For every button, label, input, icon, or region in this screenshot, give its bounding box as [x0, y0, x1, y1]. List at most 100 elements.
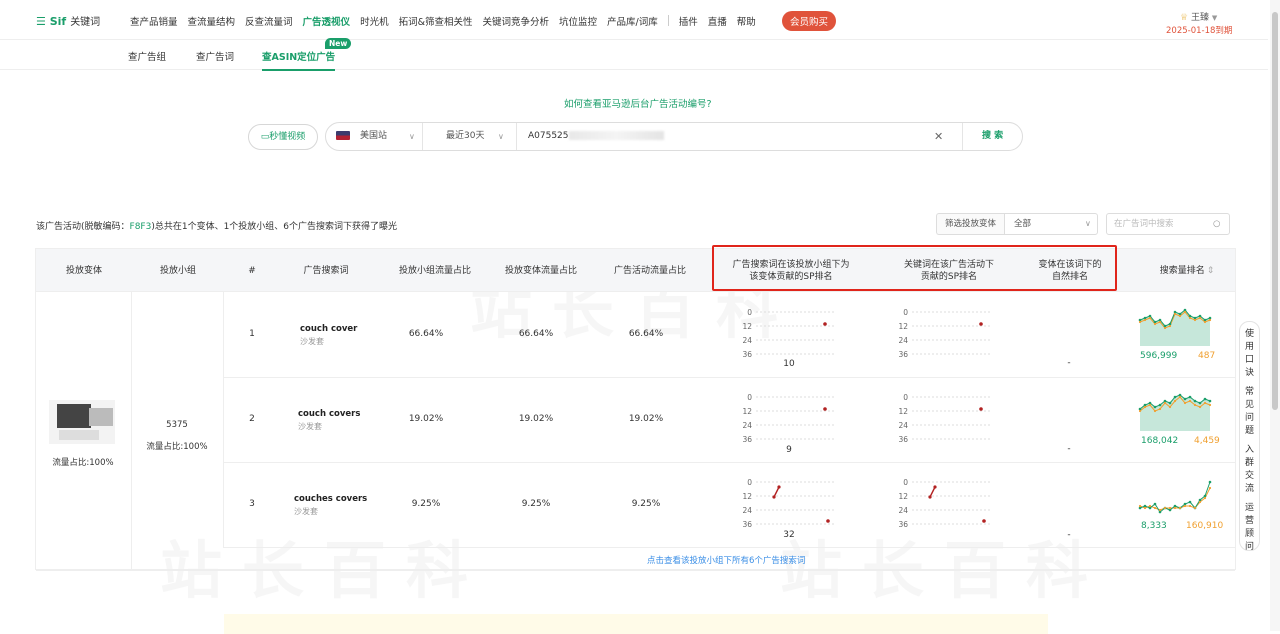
us-flag-icon [336, 131, 350, 140]
tab-asin-targeting[interactable]: 查ASIN定位广告 [262, 49, 336, 71]
keyword-search-input[interactable]: 在广告词中搜索 ○ [1106, 213, 1230, 235]
nav-item-plugin[interactable]: 插件 [679, 14, 698, 28]
group-share-cell: 9.25% [411, 499, 441, 509]
campaign-summary: 该广告活动(脱敏编码：F8F3)总共在1个变体、1个投放小组、6个广告搜索词下获… [36, 222, 398, 232]
sidebar-item-tips[interactable]: 使用口诀 [1240, 328, 1259, 380]
product-thumbnail[interactable] [49, 400, 115, 444]
chevron-down-icon: ∨ [498, 132, 504, 141]
view-all-keywords-link[interactable]: 点击查看该投放小组下所有6个广告搜索词 [647, 554, 805, 566]
volume-rank-left: 596,999 [1140, 351, 1178, 361]
group-share-cell: 19.02% [408, 414, 444, 424]
variant-filter-select[interactable]: 全部 ∨ [1004, 213, 1098, 235]
nav-item-product-sales[interactable]: 查产品销量 [130, 14, 178, 28]
divider [516, 123, 517, 150]
video-button[interactable]: ▭秒懂视频 [248, 124, 318, 150]
tab-ad-group[interactable]: 查广告组 [128, 49, 166, 63]
scrollbar-thumb[interactable] [1272, 12, 1278, 410]
nav-item-time-machine[interactable]: 时光机 [360, 14, 389, 28]
divider [223, 377, 1235, 378]
col-index: # [248, 265, 256, 276]
vip-purchase-button[interactable]: 会员购买 [782, 11, 837, 31]
tab-ad-keyword[interactable]: 查广告词 [196, 49, 234, 63]
chevron-down-icon: ∨ [1085, 219, 1091, 228]
nav-item-keyword-expansion[interactable]: 拓词&筛查相关性 [399, 14, 473, 28]
col-campaign-share: 广告活动流量占比 [613, 265, 686, 276]
volume-rank-right: 487 [1198, 351, 1216, 361]
divider [422, 123, 423, 150]
sub-nav: 查广告组 查广告词 查ASIN定位广告 [0, 40, 1268, 71]
divider [36, 570, 1235, 571]
row-index: 3 [249, 499, 255, 509]
variant-share-cell: 19.02% [518, 414, 554, 424]
sort-icon: ⇕ [1206, 265, 1215, 276]
nav-item-live[interactable]: 直播 [708, 14, 727, 28]
nav-item-keyword-competition[interactable]: 关键词竞争分析 [483, 14, 550, 28]
nav-item-help[interactable]: 帮助 [737, 14, 756, 28]
natural-rank-value: - [1067, 530, 1071, 540]
search-button[interactable]: 搜 索 [982, 123, 1003, 150]
variant-filter-label: 筛选投放变体 [936, 213, 1004, 235]
nav-item-reverse-keywords[interactable]: 反查流量词 [245, 14, 293, 28]
group-id[interactable]: 5375 [131, 420, 223, 430]
sidebar-item-faq[interactable]: 常见问题 [1240, 386, 1259, 438]
campaign-id-input[interactable]: A075525 [528, 123, 928, 150]
volume-rank-left: 8,333 [1141, 521, 1167, 531]
video-icon: ▭ [260, 132, 270, 142]
keyword-translation: 沙发套 [300, 337, 324, 346]
clear-icon[interactable]: ✕ [934, 123, 943, 150]
volume-rank-right: 160,910 [1186, 521, 1224, 531]
col-variant: 投放变体 [65, 265, 102, 276]
natural-rank-value: - [1067, 444, 1071, 454]
keyword-link[interactable]: couches covers [294, 494, 367, 504]
divider [223, 462, 1235, 463]
group-share-cell: 66.64% [408, 329, 444, 339]
ad-data-table: 投放变体 投放小组 # 广告搜索词 投放小组流量占比 投放变体流量占比 广告活动… [35, 248, 1236, 571]
col-group: 投放小组 [159, 265, 196, 276]
col-variant-share: 投放变体流量占比 [504, 265, 577, 276]
top-navbar: ☰ Sif 关键词 查产品销量 查流量结构 反查流量词 广告透视仪 时光机 拓词&… [0, 0, 1268, 40]
new-badge: New [325, 38, 352, 49]
volume-rank-left: 168,042 [1141, 436, 1179, 446]
variant-share-cell: 9.25% [521, 499, 551, 509]
divider [131, 292, 132, 570]
highlight-box [712, 245, 1117, 291]
membership-expiry: 2025-01-18到期 [1166, 26, 1233, 36]
help-link[interactable]: 如何查看亚马逊后台广告活动编号? [564, 96, 712, 110]
main-nav: 查产品销量 查流量结构 反查流量词 广告透视仪 时光机 拓词&筛查相关性 关键词… [130, 14, 766, 28]
logo[interactable]: ☰ Sif 关键词 [36, 13, 100, 28]
natural-rank-value: - [1067, 358, 1071, 368]
search-bar: 美国站 ∨ 最近30天 ∨ A075525 ✕ 搜 索 [325, 122, 1023, 151]
nav-item-ad-insight[interactable]: 广告透视仪 [303, 14, 351, 28]
campaign-share-cell: 66.64% [628, 329, 664, 339]
volume-rank-right: 4,459 [1194, 436, 1220, 446]
nav-item-traffic-structure[interactable]: 查流量结构 [188, 14, 236, 28]
search-icon: ○ [1213, 219, 1221, 229]
variant-share: 流量占比:100% [52, 458, 114, 468]
group-share: 流量占比:100% [146, 442, 208, 452]
bottom-banner [224, 614, 1048, 634]
chevron-down-icon: ∨ [409, 132, 415, 141]
campaign-share-cell: 9.25% [631, 499, 661, 509]
chevron-down-icon: ▼ [1211, 14, 1218, 22]
sp-rank-value: 9 [786, 445, 792, 455]
keyword-link[interactable]: couch cover [300, 324, 357, 334]
row-index: 2 [249, 414, 255, 424]
marketplace-select[interactable]: 美国站 ∨ [336, 123, 422, 150]
sidebar-item-consultant[interactable]: 运营顾问 [1240, 502, 1259, 554]
nav-item-slot-monitor[interactable]: 坑位监控 [559, 14, 597, 28]
period-select[interactable]: 最近30天 ∨ [446, 123, 516, 150]
sidebar-item-join-group[interactable]: 入群交流 [1240, 444, 1259, 496]
nav-divider [667, 15, 669, 26]
menu-icon: ☰ [36, 15, 50, 28]
col-search-volume-rank[interactable]: 搜索量排名 ⇕ [1132, 249, 1242, 292]
nav-item-product-library[interactable]: 产品库/词库 [607, 14, 658, 28]
variant-share-cell: 66.64% [518, 329, 554, 339]
campaign-share-cell: 19.02% [628, 414, 664, 424]
col-keyword: 广告搜索词 [303, 265, 349, 276]
floating-help-sidebar: 使用口诀 常见问题 入群交流 运营顾问 [1239, 321, 1260, 554]
divider [962, 123, 963, 150]
crown-icon: ♕ [1180, 13, 1189, 23]
user-menu[interactable]: ♕ 王臻 ▼ [1180, 10, 1217, 23]
sp-rank-value: 10 [783, 359, 795, 369]
keyword-link[interactable]: couch covers [298, 409, 360, 419]
